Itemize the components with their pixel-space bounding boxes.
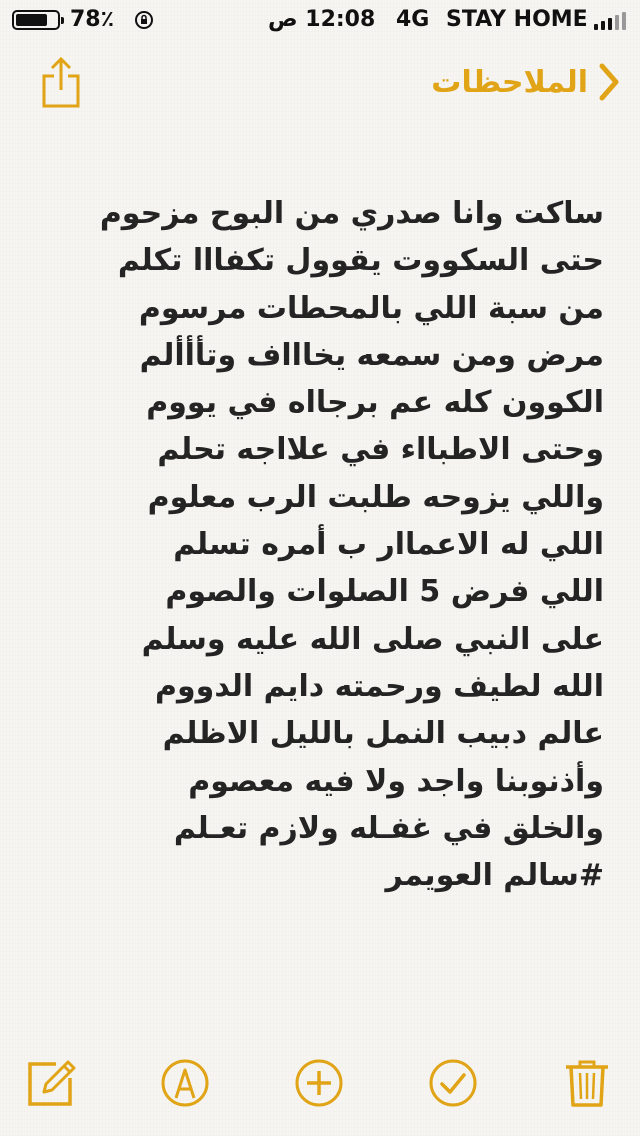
- note-line: الكوون كله عم برجااه في يووم: [146, 385, 604, 421]
- status-time: 12:08 ص: [268, 7, 376, 32]
- note-line: اللي له الاعماار ب أمره تسلم: [173, 527, 604, 563]
- trash-icon[interactable]: [562, 1058, 612, 1108]
- battery-level-fill: [16, 14, 48, 26]
- share-icon[interactable]: [38, 56, 84, 110]
- note-line: من سبة اللي بالمحطات مرسوم: [138, 290, 604, 326]
- signal-strength-icon: [594, 12, 628, 30]
- note-line: حتى السكووت يقوول تكفااا تكلم: [117, 243, 604, 279]
- note-line: وحتى الاطبااء في علااجه تحلم: [157, 432, 604, 468]
- back-to-notes-button[interactable]: الملاحظات: [431, 58, 620, 106]
- note-body[interactable]: ساكت وانا صدري من البوح مزحوم حتى السكوو…: [99, 190, 604, 899]
- markup-pen-icon[interactable]: [160, 1058, 210, 1108]
- carrier-name: STAY HOME: [446, 7, 588, 32]
- note-line: والخلق في غفـله ولازم تعـلم: [173, 810, 604, 846]
- note-line: واللي يزوحه طلبت الرب معلوم: [147, 479, 604, 515]
- plus-circle-icon[interactable]: [294, 1058, 344, 1108]
- chevron-left-icon: [599, 63, 619, 101]
- bottom-toolbar: [0, 1036, 640, 1136]
- battery-percent: 78٪: [70, 7, 115, 32]
- note-line: اللي فرض 5 الصلوات والصوم: [165, 574, 604, 610]
- network-type: 4G: [396, 7, 430, 32]
- status-bar: 78٪ 12:08 ص 4G STAY HOME: [0, 0, 640, 40]
- note-line: ساكت وانا صدري من البوح مزحوم: [99, 196, 604, 231]
- note-line: مرض ومن سمعه يخاااف وتأأألم: [139, 337, 604, 373]
- navigation-bar: الملاحظات: [0, 40, 640, 128]
- note-line: الله لطيف ورحمته دايم الدووم: [155, 668, 604, 704]
- note-line: #سالم العويمر: [385, 858, 604, 894]
- note-line: وأذنوبنا واجد ولا فيه معصوم: [188, 763, 604, 799]
- battery-icon: [12, 10, 64, 30]
- checkmark-circle-icon[interactable]: [428, 1058, 478, 1108]
- note-line: عالم دبيب النمل بالليل الاظلم: [162, 716, 604, 752]
- compose-icon[interactable]: [26, 1058, 76, 1108]
- note-line: على النبي صلى الله عليه وسلم: [141, 621, 604, 657]
- orientation-lock-icon: [135, 11, 153, 29]
- back-label: الملاحظات: [431, 64, 588, 100]
